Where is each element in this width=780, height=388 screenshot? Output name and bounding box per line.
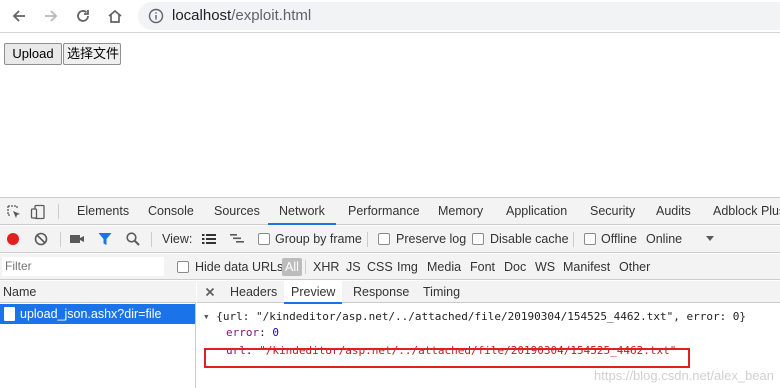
hide-data-urls-checkbox[interactable] [177,261,189,273]
url-host: localhost [172,7,232,24]
tab-sources[interactable]: Sources [214,198,260,225]
reload-icon [77,10,89,22]
preserve-log-checkbox[interactable] [378,233,390,245]
group-by-frame-checkbox[interactable] [258,233,270,245]
record-icon[interactable] [5,231,21,247]
filter-type-font[interactable]: Font [470,254,495,280]
request-detail: Headers Preview Response Timing ▾ {url: … [197,281,780,388]
json-value-error: 0 [272,326,279,339]
device-toolbar-icon[interactable] [30,204,46,220]
divider [305,260,306,274]
home-icon [108,9,122,23]
chevron-down-icon[interactable] [704,232,716,244]
reload-button[interactable] [70,4,96,28]
json-preview: ▾ {url: "/kindeditor/asp.net/../attached… [197,304,780,388]
screenshot-capture-icon[interactable] [69,231,85,247]
filter-type-css[interactable]: CSS [367,254,393,280]
network-body: Name upload_json.ashx?dir=file Headers P… [0,281,780,388]
throttling-select[interactable]: Online [646,226,682,253]
devtools-tab-bar: Elements Console Sources Network Perform… [0,198,780,225]
home-button[interactable] [102,4,128,28]
arrow-right-icon [45,10,58,22]
url-path: /exploit.html [231,7,312,24]
detail-tab-bar: Headers Preview Response Timing [197,281,780,304]
search-icon[interactable] [125,231,141,247]
offline-checkbox[interactable] [584,233,596,245]
clear-icon[interactable] [33,231,49,247]
filter-type-img[interactable]: Img [397,254,418,280]
tab-console[interactable]: Console [148,198,194,225]
filter-icon[interactable] [97,231,113,247]
tab-response[interactable]: Response [353,281,409,303]
inspect-element-icon[interactable] [6,204,22,220]
divider [573,232,574,247]
filter-type-manifest[interactable]: Manifest [563,254,610,280]
choose-file-button[interactable]: 选择文件 [63,43,121,65]
json-key-error: error [226,326,260,339]
hide-data-urls-label: Hide data URLs [195,260,284,274]
disable-cache-label: Disable cache [490,232,569,246]
file-icon [4,307,15,321]
disable-cache-checkbox[interactable] [472,233,484,245]
divider [151,232,152,247]
json-root-line[interactable]: ▾ {url: "/kindeditor/asp.net/../attached… [203,310,746,324]
json-error-line: error: 0 [226,326,279,339]
close-icon[interactable] [204,286,216,298]
divider [58,204,59,219]
tab-timing[interactable]: Timing [423,281,460,303]
tab-headers[interactable]: Headers [230,281,277,303]
view-label: View: [162,232,193,246]
tab-preview[interactable]: Preview [284,281,343,304]
arrow-left-icon [12,10,25,22]
large-rows-icon[interactable] [201,231,217,247]
omnibox[interactable]: localhost/exploit.html [138,2,780,30]
filter-type-xhr[interactable]: XHR [313,254,339,280]
tab-network[interactable]: Network [268,198,336,225]
request-list: Name upload_json.ashx?dir=file [0,281,196,388]
group-by-frame-label: Group by frame [275,232,362,246]
filter-type-all[interactable]: All [282,258,302,276]
upload-button[interactable]: Upload [4,43,62,65]
tab-performance[interactable]: Performance [348,198,420,225]
tab-security[interactable]: Security [590,198,635,225]
json-summary: {url: "/kindeditor/asp.net/../attached/f… [216,310,747,323]
request-name: upload_json.ashx?dir=file [20,307,162,321]
filter-type-doc[interactable]: Doc [504,254,526,280]
devtools-panel: Elements Console Sources Network Perform… [0,197,780,388]
highlight-box [204,348,690,368]
name-column-header[interactable]: Name [0,281,196,303]
divider [60,232,61,247]
watermark: https://blog.csdn.net/alex_bean [594,368,774,383]
filter-input[interactable] [2,257,164,276]
page-content: Upload 选择文件 [0,34,780,197]
info-icon[interactable] [148,8,164,24]
tab-adblock-plus[interactable]: Adblock Plus [713,198,780,225]
expand-triangle-icon[interactable]: ▾ [203,310,210,323]
filter-bar: Hide data URLs All XHR JS CSS Img Media … [0,254,780,280]
network-toolbar: View: Group by frame Preserve log Disabl… [0,226,780,253]
tab-audits[interactable]: Audits [656,198,691,225]
tab-memory[interactable]: Memory [438,198,483,225]
divider [367,232,368,247]
back-button[interactable] [6,4,32,28]
tab-elements[interactable]: Elements [77,198,129,225]
filter-type-ws[interactable]: WS [535,254,555,280]
preserve-log-label: Preserve log [396,232,467,246]
filter-type-js[interactable]: JS [346,254,361,280]
filter-type-other[interactable]: Other [619,254,650,280]
filter-type-media[interactable]: Media [427,254,461,280]
request-row[interactable]: upload_json.ashx?dir=file [0,304,195,324]
url-text[interactable]: localhost/exploit.html [172,6,311,26]
waterfall-overview-icon[interactable] [229,231,245,247]
browser-toolbar: localhost/exploit.html [0,0,780,33]
offline-label: Offline [601,232,637,246]
forward-button[interactable] [38,4,64,28]
tab-application[interactable]: Application [506,198,567,225]
